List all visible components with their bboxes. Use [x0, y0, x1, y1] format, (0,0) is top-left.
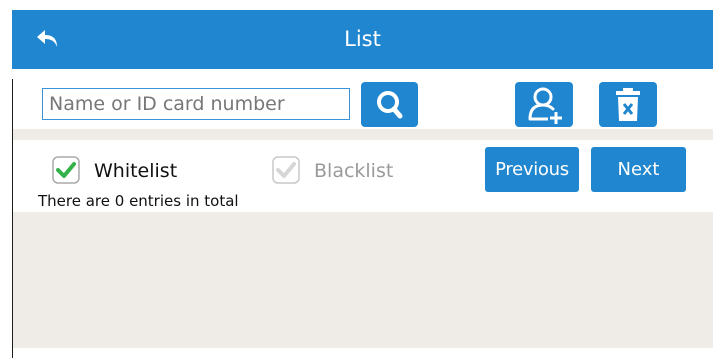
- previous-button[interactable]: Previous: [485, 147, 579, 192]
- back-button[interactable]: [32, 26, 64, 54]
- checkbox-checked-icon: [52, 156, 80, 184]
- content-left-border: [12, 79, 13, 358]
- trash-icon: [616, 88, 640, 121]
- whitelist-label: Whitelist: [94, 160, 178, 182]
- search-toolbar: [12, 69, 713, 129]
- page-title: List: [344, 27, 381, 51]
- search-icon: [377, 91, 403, 119]
- app-frame: List Name or ID card number Whitelist Bl…: [12, 10, 713, 358]
- checkbox-unchecked-icon: [272, 156, 300, 184]
- next-button[interactable]: Next: [591, 147, 686, 192]
- add-user-button[interactable]: [515, 82, 573, 127]
- whitelist-checkbox[interactable]: Whitelist: [52, 156, 202, 186]
- header-bar: List: [12, 10, 713, 69]
- search-input[interactable]: [42, 88, 350, 120]
- delete-button[interactable]: [599, 82, 657, 127]
- blacklist-label: Blacklist: [314, 160, 394, 182]
- blacklist-checkbox[interactable]: Blacklist: [272, 156, 422, 186]
- filter-bar: Whitelist Blacklist Previous Next There …: [12, 140, 713, 212]
- back-arrow-icon: [37, 30, 57, 47]
- add-user-icon: [528, 87, 562, 124]
- total-count-text: There are 0 entries in total: [38, 192, 239, 210]
- search-button[interactable]: [361, 82, 418, 127]
